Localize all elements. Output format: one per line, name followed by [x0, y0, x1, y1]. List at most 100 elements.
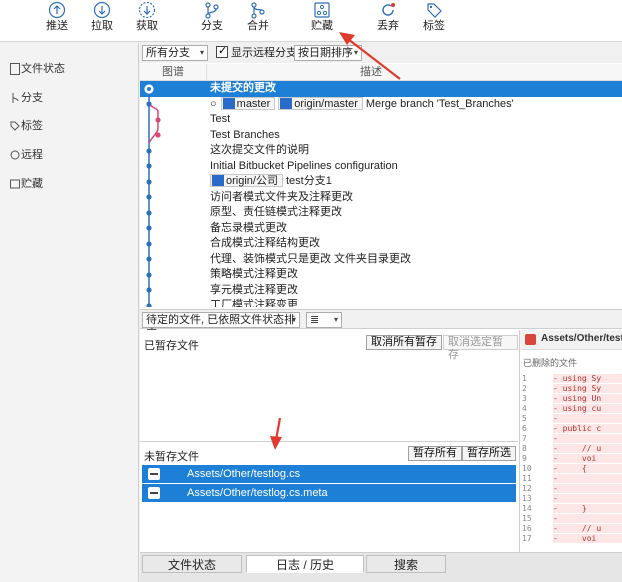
branch-button[interactable]: 分支 — [190, 0, 234, 42]
sidebar-item-file-status[interactable]: 文件状态 — [0, 59, 139, 79]
line-number: 7 — [522, 434, 527, 443]
code-line: - — [553, 474, 622, 483]
removed-file-icon — [148, 487, 160, 499]
commit-row[interactable]: origin/公司 test分支1 — [140, 174, 622, 190]
code-line: - — [553, 414, 622, 423]
unstage-selected-button[interactable]: 取消选定暂存 — [443, 335, 518, 361]
line-number: 1 — [522, 374, 527, 383]
commit-message: 访问者模式文件夹及注释更改 — [210, 190, 353, 203]
commit-row[interactable]: 策略模式注释更改 — [140, 267, 622, 283]
show-remote-checkbox[interactable]: 显示远程分支 — [216, 44, 297, 60]
code-line: - — [553, 514, 622, 523]
chevron-down-icon: ▾ — [199, 48, 204, 57]
fetch-button[interactable]: 获取 — [125, 0, 169, 42]
graph-column-header[interactable]: 图谱 — [140, 64, 207, 81]
commit-row[interactable]: Test Branches — [140, 128, 622, 144]
pull-icon — [93, 1, 111, 19]
list-view-dropdown[interactable]: ≣ ▾ — [306, 312, 342, 328]
commit-message: 合成模式注释结构更改 — [210, 237, 320, 249]
tab-file-status[interactable]: 文件状态 — [142, 555, 242, 573]
sidebar-item-stashes[interactable]: 贮藏 — [0, 174, 139, 194]
line-number: 4 — [522, 404, 527, 413]
line-number: 16 — [522, 524, 532, 533]
commit-message: test分支1 — [285, 175, 332, 187]
sidebar-item-label: 分支 — [21, 92, 43, 104]
discard-icon — [382, 3, 395, 16]
branch-tag-label: master — [236, 97, 271, 110]
bottom-tab-bar: 文件状态 日志 / 历史 搜索 — [140, 552, 622, 582]
code-line: - using Un — [553, 394, 622, 403]
push-button[interactable]: 推送 — [35, 0, 79, 42]
stage-selected-button[interactable]: 暂存所选 — [462, 446, 516, 461]
remote-branch-tag[interactable]: origin/公司 — [210, 174, 283, 187]
line-number: 9 — [522, 454, 527, 463]
tag-button[interactable]: 标签 — [412, 0, 456, 42]
diff-header: Assets/Other/testlog.cs — [520, 330, 622, 350]
tab-search[interactable]: 搜索 — [366, 555, 446, 573]
commit-row[interactable]: 享元模式注释更改 — [140, 283, 622, 299]
file-name: Assets/Other/testlog.cs — [187, 468, 301, 480]
description-column-header[interactable]: 描述 — [140, 64, 622, 81]
commit-row[interactable]: 工厂模式注释变更 — [140, 298, 622, 307]
unstaged-file-row[interactable]: Assets/Other/testlog.cs.meta — [142, 484, 516, 502]
code-line: - — [553, 494, 622, 503]
sidebar: 文件状态 分支 标签 远程 贮藏 — [0, 43, 139, 582]
line-number: 5 — [522, 414, 527, 423]
pane-divider — [140, 441, 518, 442]
merge-icon — [251, 2, 265, 19]
code-line: - } — [553, 504, 622, 513]
staged-files-title: 已暂存文件 — [144, 340, 199, 352]
commit-row[interactable]: ○ master origin/master Merge branch 'Test_B… — [140, 96, 622, 113]
sidebar-item-remotes[interactable]: 远程 — [0, 145, 139, 165]
commit-row[interactable]: 合成模式注释结构更改 — [140, 236, 622, 252]
discard-button[interactable]: 丢弃 — [366, 0, 410, 42]
branch-filter-dropdown[interactable]: 所有分支 ▾ — [142, 45, 208, 61]
show-remote-label: 显示远程分支 — [231, 47, 297, 59]
stash-button[interactable]: 贮藏 — [300, 0, 344, 42]
tag-icon — [427, 3, 442, 18]
commit-message: Merge branch 'Test_Branches' — [365, 97, 514, 110]
branch-tag[interactable]: master — [220, 96, 276, 110]
pending-view-dropdown[interactable]: 待定的文件, 已依照文件状态排序 ▾ — [142, 312, 300, 340]
line-number: 14 — [522, 504, 532, 513]
pull-label: 拉取 — [91, 20, 113, 32]
removed-file-icon — [148, 468, 160, 480]
line-number: 13 — [522, 494, 532, 503]
commit-message-wrap: ○ master origin/master Merge branch 'Test_B… — [210, 96, 514, 113]
commit-row[interactable]: 访问者模式文件夹及注释更改 — [140, 190, 622, 206]
sidebar-item-label: 远程 — [21, 149, 43, 161]
stage-all-button[interactable]: 暂存所有 — [408, 446, 462, 461]
commit-message: 工厂模式注释变更 — [210, 299, 298, 307]
commit-list: 未提交的更改 ○ master origin/master Merge branch … — [140, 81, 622, 307]
commit-row[interactable]: 未提交的更改 — [140, 81, 622, 97]
tag-label: 标签 — [423, 20, 445, 32]
remote-branch-tag[interactable]: origin/master — [278, 96, 363, 110]
commit-row[interactable]: Test — [140, 112, 622, 128]
commit-row[interactable]: Initial Bitbucket Pipelines configuratio… — [140, 159, 622, 175]
tab-log-history[interactable]: 日志 / 历史 — [246, 555, 364, 573]
commit-message: 未提交的更改 — [210, 82, 276, 94]
unstage-all-button[interactable]: 取消所有暂存 — [366, 335, 442, 350]
sort-dropdown[interactable]: 按日期排序 ▾ — [294, 45, 362, 61]
code-line: - voi — [553, 454, 622, 463]
commit-row[interactable]: 这次提交文件的说明 — [140, 143, 622, 159]
list-view-icon: ≣ — [310, 314, 320, 326]
code-line: - using Sy — [553, 384, 622, 393]
commit-message-wrap: origin/公司 test分支1 — [210, 174, 332, 190]
push-label: 推送 — [46, 20, 68, 32]
line-number: 10 — [522, 464, 532, 473]
pull-button[interactable]: 拉取 — [80, 0, 124, 42]
commit-row[interactable]: 原型、责任链模式注释更改 — [140, 205, 622, 221]
commit-row[interactable]: 代理、装饰模式只是更改 文件夹目录更改 — [140, 252, 622, 268]
unstaged-file-row[interactable]: Assets/Other/testlog.cs — [142, 465, 516, 483]
chevron-down-icon: ▾ — [291, 315, 296, 324]
sidebar-item-tags[interactable]: 标签 — [0, 116, 139, 136]
sidebar-item-branches[interactable]: 分支 — [0, 88, 139, 108]
sidebar-item-label: 标签 — [21, 120, 43, 132]
line-number: 17 — [522, 534, 532, 543]
pending-files-toolbar: 待定的文件, 已依照文件状态排序 ▾ ≣ ▾ — [140, 309, 622, 340]
sidebar-item-label: 文件状态 — [21, 63, 65, 75]
commit-row[interactable]: 备忘录模式更改 — [140, 221, 622, 237]
fetch-icon — [138, 1, 156, 19]
merge-button[interactable]: 合并 — [236, 0, 280, 42]
